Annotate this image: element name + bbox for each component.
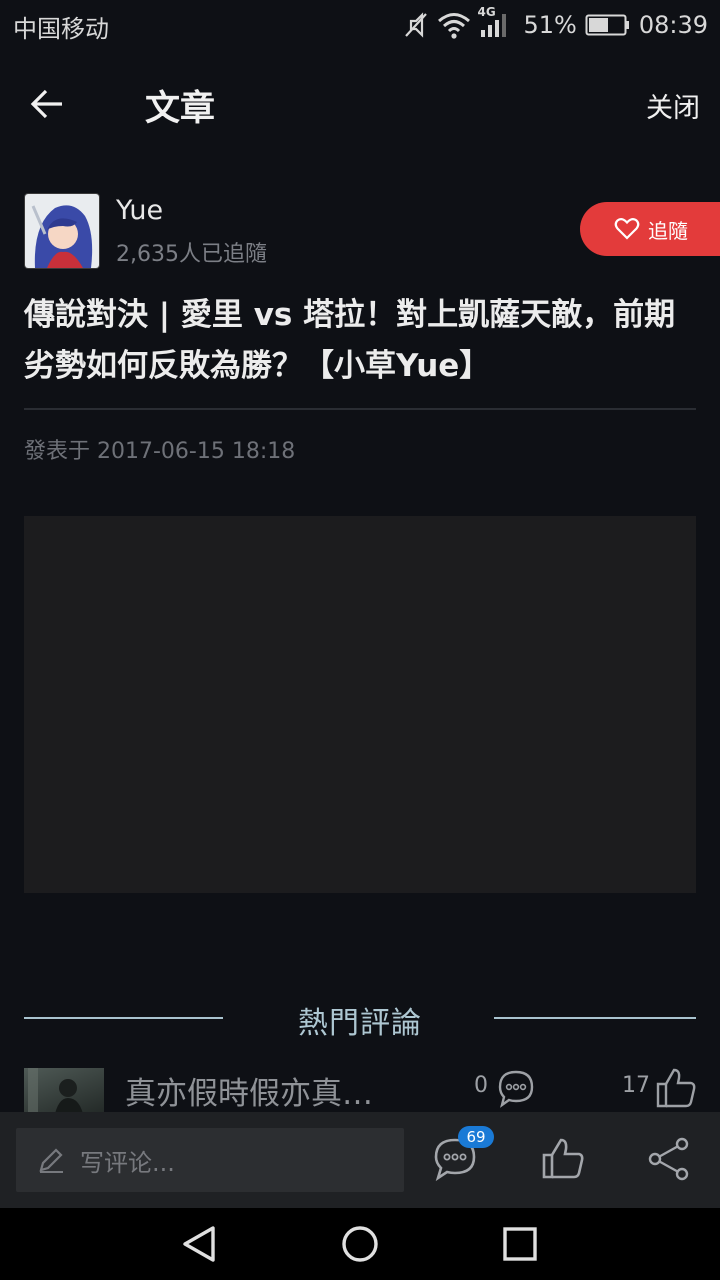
clock: 08:39 <box>638 11 708 39</box>
author-name[interactable]: Yue <box>116 195 163 226</box>
system-back-button[interactable] <box>180 1224 220 1268</box>
follow-label: 追隨 <box>648 218 688 243</box>
nav-bar <box>0 50 720 160</box>
section-divider-right <box>494 1017 696 1019</box>
divider <box>24 408 696 410</box>
status-icons: 4G 51% 08:39 <box>403 5 708 42</box>
comment-count-badge: 69 <box>458 1126 494 1148</box>
thumbs-up-icon <box>542 1138 584 1179</box>
comment-reply-count: 0 <box>474 1073 488 1098</box>
comment-like-count: 17 <box>622 1073 650 1098</box>
like-button[interactable] <box>540 1136 586 1184</box>
comment-input[interactable]: 写评论... <box>16 1128 404 1192</box>
carrier-label: 中国移动 <box>13 15 109 43</box>
triangle-back-icon <box>183 1226 215 1262</box>
share-icon <box>648 1137 689 1181</box>
signal-icon: 4G <box>477 5 511 39</box>
battery-percent: 51% <box>523 11 577 39</box>
arrow-left-icon <box>30 89 62 119</box>
close-button[interactable]: 关闭 <box>646 86 700 125</box>
back-button[interactable] <box>28 84 68 124</box>
publish-date: 發表于 2017-06-15 18:18 <box>24 439 296 464</box>
comment-avatar[interactable] <box>24 1068 104 1118</box>
wifi-icon <box>437 11 471 39</box>
article-title: 傳說對決 | 愛里 vs 塔拉！對上凱薩天敵，前期劣勢如何反敗為勝？【小草Yue… <box>24 297 676 384</box>
circle-home-icon <box>342 1226 378 1262</box>
comment-text[interactable]: 真亦假時假亦真… <box>125 1068 373 1113</box>
hot-comments-heading: 熱門評論 <box>298 1006 422 1041</box>
follower-count: 2,635人已追隨 <box>116 242 267 267</box>
follow-button[interactable]: 追隨 <box>580 202 720 256</box>
author-avatar[interactable] <box>24 193 100 269</box>
comment-reply-icon[interactable] <box>496 1068 536 1112</box>
pencil-icon <box>39 1148 63 1173</box>
network-type: 4G <box>477 5 496 19</box>
comment-placeholder: 写评论... <box>80 1148 175 1177</box>
heart-icon <box>614 218 640 240</box>
battery-icon <box>585 13 631 37</box>
square-recents-icon <box>503 1227 537 1261</box>
share-button[interactable] <box>646 1136 692 1186</box>
page-title: 文章 <box>145 89 216 129</box>
system-recents-button[interactable] <box>502 1226 538 1266</box>
system-home-button[interactable] <box>340 1224 380 1268</box>
article-media-placeholder[interactable] <box>24 516 696 893</box>
thumbs-up-icon[interactable] <box>654 1066 698 1112</box>
mute-icon <box>403 11 429 39</box>
